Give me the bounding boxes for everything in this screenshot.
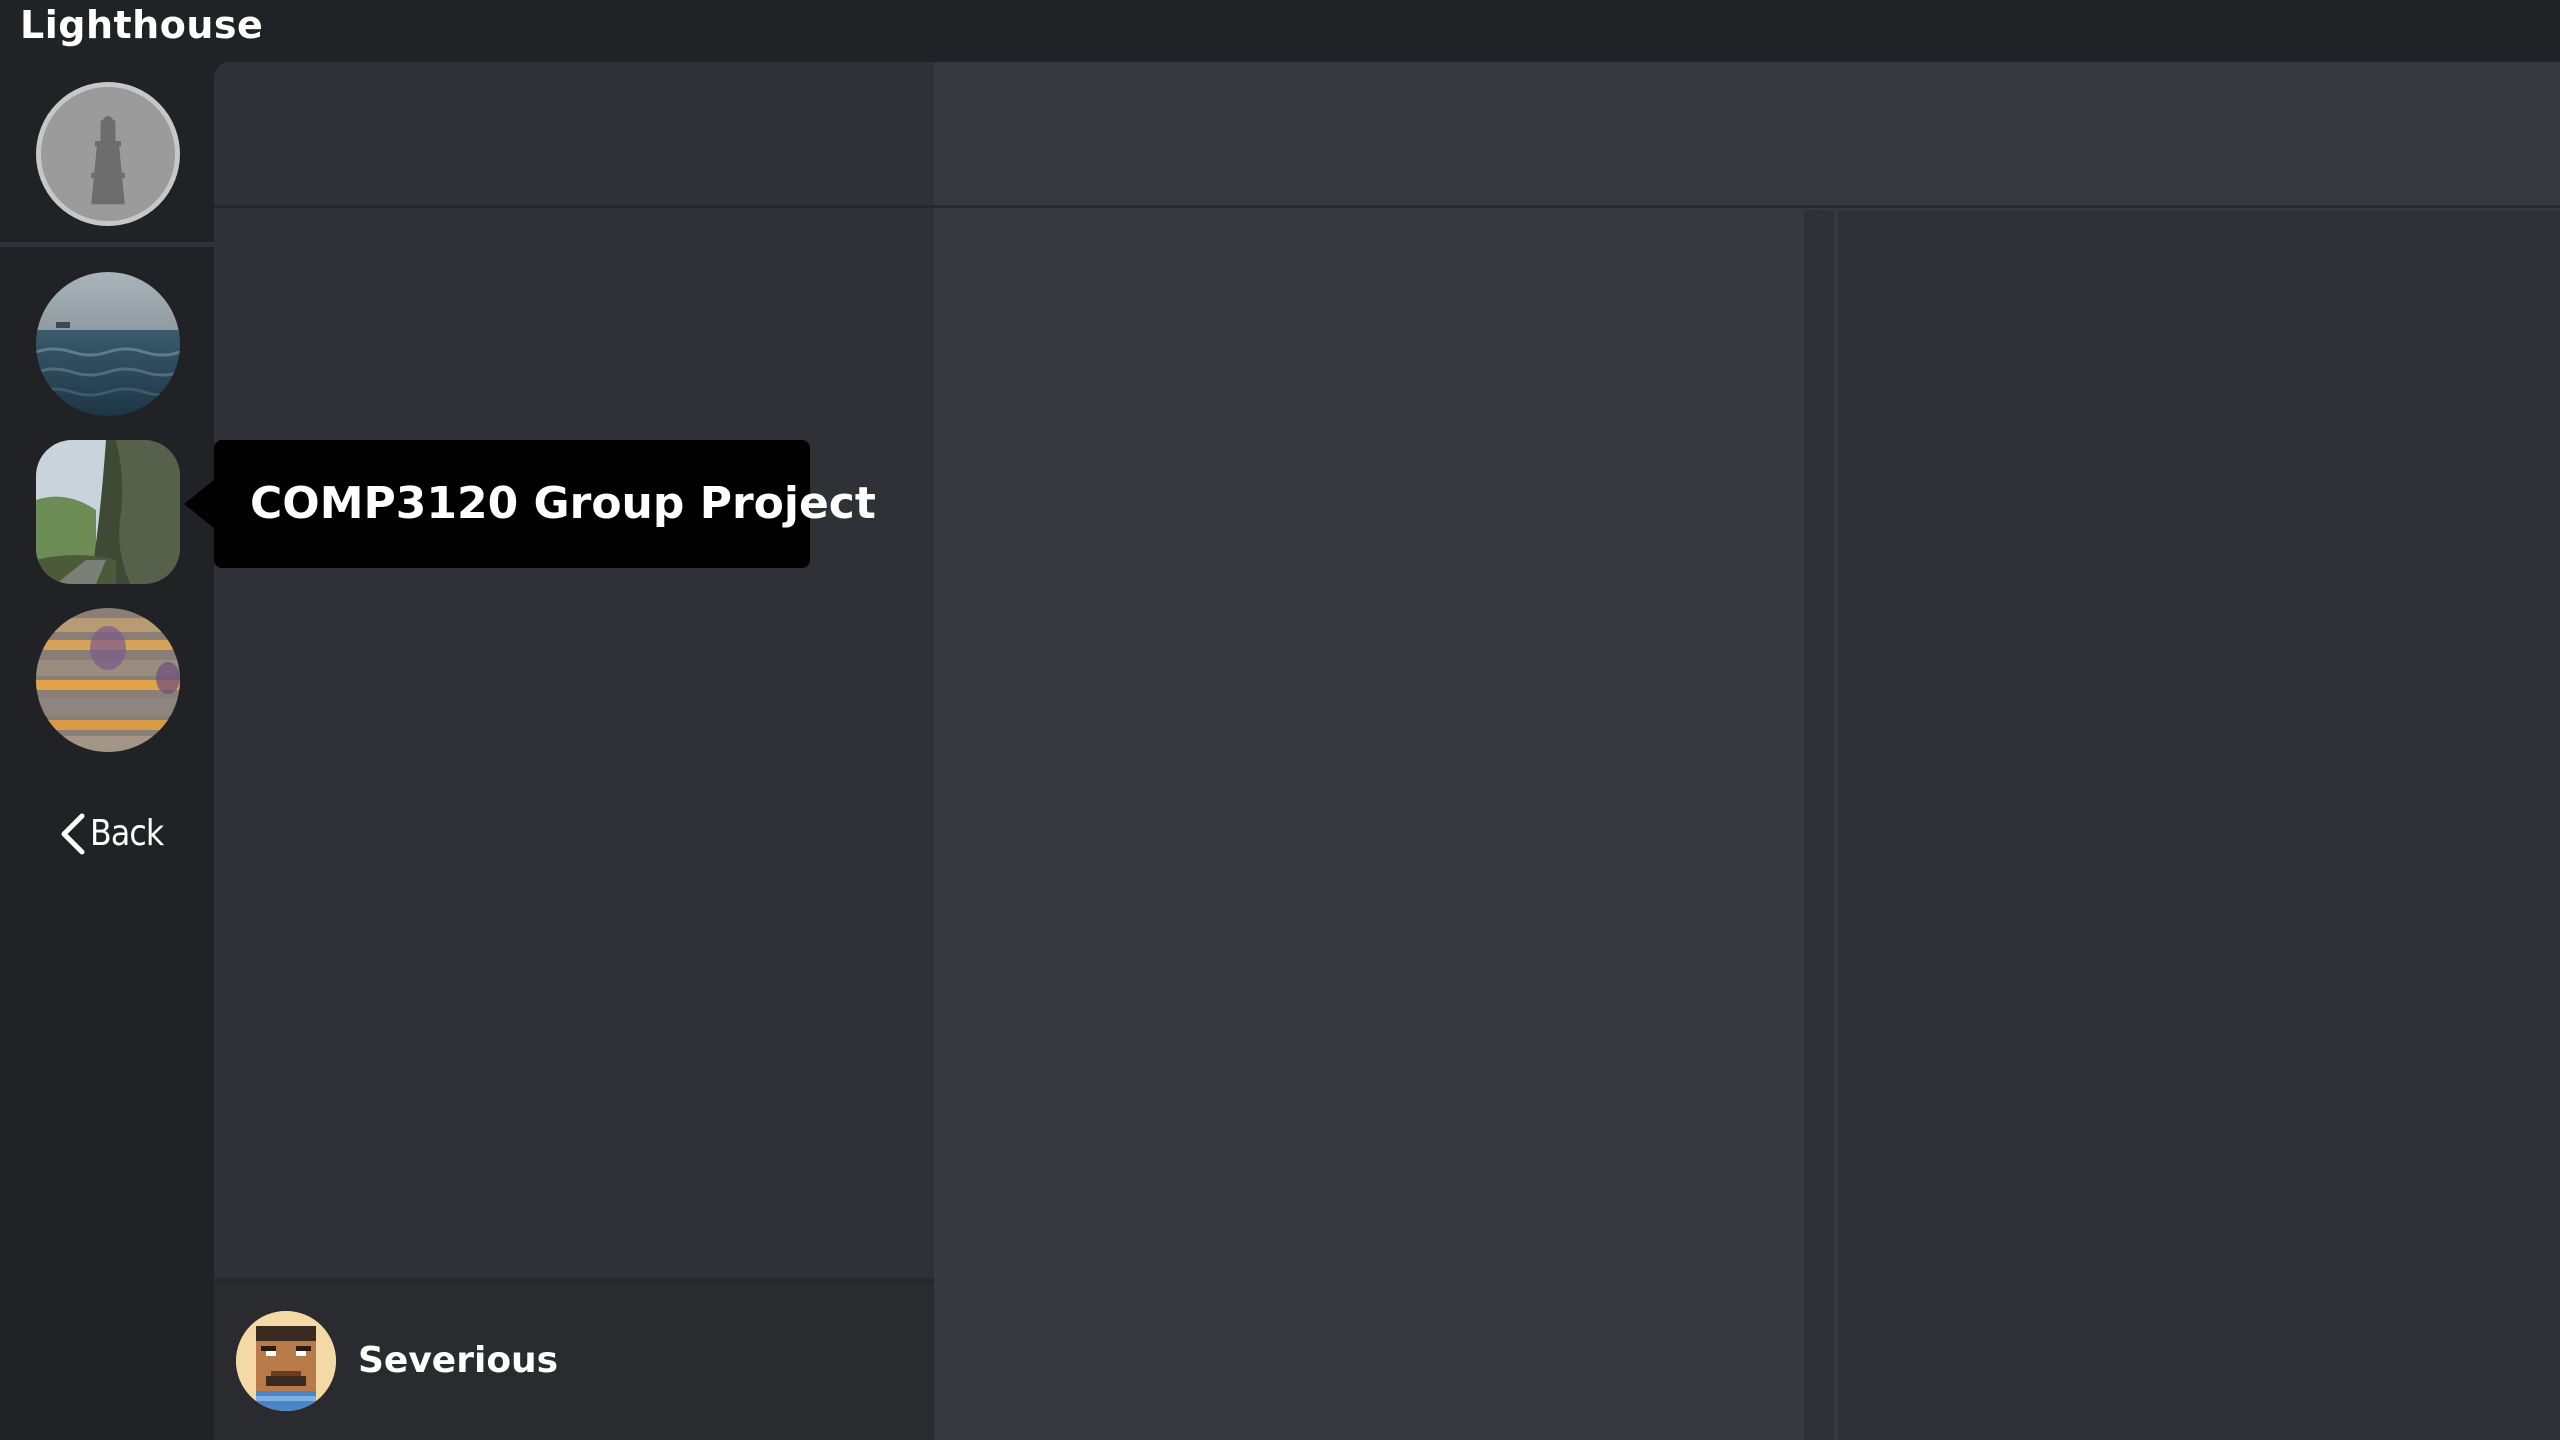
server-tooltip: COMP3120 Group Project [184, 440, 876, 568]
member-list [1838, 210, 2560, 1440]
chevron-left-icon [61, 813, 85, 855]
rail-divider [0, 242, 214, 247]
back-label: Back [90, 813, 164, 854]
title-bar: Lighthouse [0, 0, 2560, 62]
striped-image [36, 608, 180, 752]
server-icon-comp3120[interactable] [36, 440, 180, 584]
server-icon-ocean[interactable] [36, 272, 180, 416]
app-title: Lighthouse [20, 3, 264, 47]
tooltip-text: COMP3120 Group Project [250, 478, 876, 529]
pixel-avatar-icon [236, 1311, 336, 1411]
cliff-road-image [36, 440, 180, 584]
lighthouse-icon [41, 87, 175, 221]
app-window: Lighthouse Back Severious COMP3120 Group… [0, 0, 2560, 1440]
user-panel: Severious [214, 1278, 934, 1440]
main-header [934, 62, 2560, 208]
server-icon-striped[interactable] [36, 608, 180, 752]
avatar[interactable] [236, 1311, 336, 1411]
home-server-button[interactable] [36, 82, 180, 226]
chat-scrollbar[interactable] [1804, 210, 1834, 1440]
scrollbar-thumb[interactable] [1810, 214, 1828, 1440]
username: Severious [358, 1340, 559, 1381]
main-content [934, 62, 2560, 1440]
channel-sidebar-header [214, 62, 934, 208]
ocean-image [36, 272, 180, 416]
server-rail: Back [0, 62, 214, 1440]
back-button[interactable]: Back [56, 804, 176, 864]
channel-sidebar: Severious [214, 62, 934, 1440]
